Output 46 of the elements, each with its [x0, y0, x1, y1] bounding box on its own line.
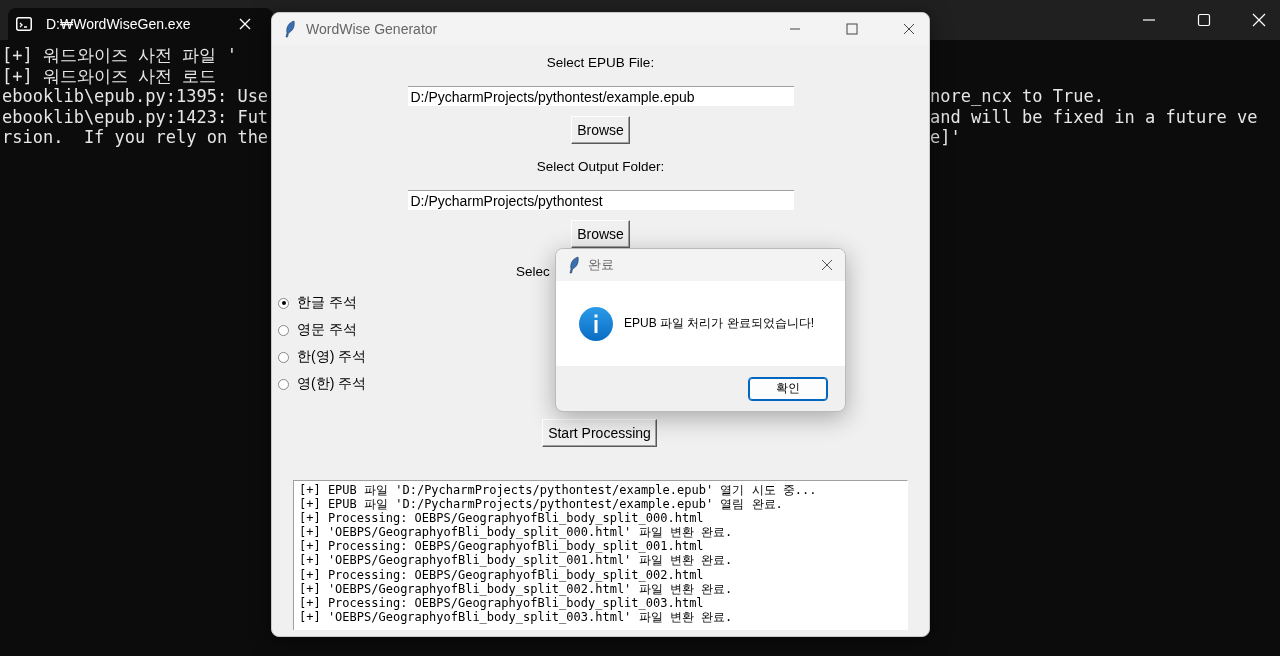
log-line: [+] Processing: OEBPS/GeographyofBli_body_split_001.html	[299, 539, 705, 554]
radio-option[interactable]: 영문 주석	[278, 320, 357, 340]
console-text: ebooklib\epub.py:1395: Use	[2, 86, 269, 106]
feather-icon	[568, 256, 580, 274]
option-label: Selec	[516, 264, 550, 279]
close-icon[interactable]	[821, 259, 833, 271]
field-label: Select EPUB File:	[546, 55, 655, 71]
console-text: rsion. If you rely on the	[2, 127, 269, 147]
log-line: [+] 'OEBPS/GeographyofBli_body_split_000.html' 파일 변환 완료.	[299, 525, 734, 540]
console-text: and will be fixed in a future ve	[930, 106, 1258, 127]
terminal-icon	[16, 17, 32, 31]
radio-option[interactable]: 영(한) 주석	[278, 374, 367, 394]
console-text: ebooklib\epub.py:1423: Fut	[2, 106, 269, 127]
log-line: [+] EPUB 파일 'D:/PycharmProjects/pythontest/example.epub' 열기 시도 중...	[299, 483, 818, 498]
log-line: [+] Processing: OEBPS/GeographyofBli_body_split_003.html	[299, 595, 705, 610]
log-line: [+] 'OEBPS/GeographyofBli_body_split_002.html' 파일 변환 완료.	[299, 581, 734, 596]
close-icon[interactable]	[903, 23, 915, 35]
terminal-tab[interactable]: D:₩WordWiseGen.exe	[8, 8, 273, 40]
radio-button[interactable]	[278, 378, 289, 390]
start-button[interactable]: Start Processing	[542, 419, 657, 447]
console-text: [+] 워드와이즈 사전 로드	[2, 65, 217, 86]
log-line: [+] Processing: OEBPS/GeographyofBli_body_split_000.html	[299, 511, 705, 526]
log-line: [+] EPUB 파일 'D:/PycharmProjects/pythontest/example.epub' 열림 완료.	[299, 497, 784, 512]
browse-button[interactable]: Browse	[571, 116, 630, 144]
console-text: [+] 워드와이즈 사전 파일 '	[2, 45, 237, 65]
radio-button[interactable]	[278, 324, 289, 336]
radio-button[interactable]	[278, 297, 289, 309]
browse-button[interactable]: Browse	[571, 220, 630, 248]
feather-icon	[284, 20, 296, 38]
radio-option[interactable]: 한(영) 주석	[278, 347, 367, 367]
path-field[interactable]: D:/PycharmProjects/pythontest	[407, 190, 794, 210]
log-line: [+] 'OEBPS/GeographyofBli_body_split_003.html' 파일 변환 완료.	[299, 609, 734, 624]
dialog-message: EPUB 파일 처리가 완료되었습니다!	[624, 315, 814, 332]
field-label: Select Output Folder:	[536, 159, 665, 175]
tab-title: D:₩WordWiseGen.exe	[46, 16, 192, 32]
window-title: WordWise Generator	[306, 21, 438, 37]
console-text: nore_ncx to True.	[930, 86, 1104, 106]
info-icon	[578, 305, 614, 342]
radio-button[interactable]	[278, 351, 289, 363]
dialog-title: 완료	[588, 256, 614, 274]
radio-option[interactable]: 한글 주석	[278, 293, 357, 313]
ok-button[interactable]: 확인	[748, 376, 828, 401]
path-field[interactable]: D:/PycharmProjects/pythontest/example.epub	[407, 86, 794, 106]
log-line: [+] 'OEBPS/GeographyofBli_body_split_001.html' 파일 변환 완료.	[299, 553, 734, 568]
log-line: [+] Processing: OEBPS/GeographyofBli_body_split_002.html	[299, 567, 705, 582]
console-text: e]'	[930, 127, 961, 147]
